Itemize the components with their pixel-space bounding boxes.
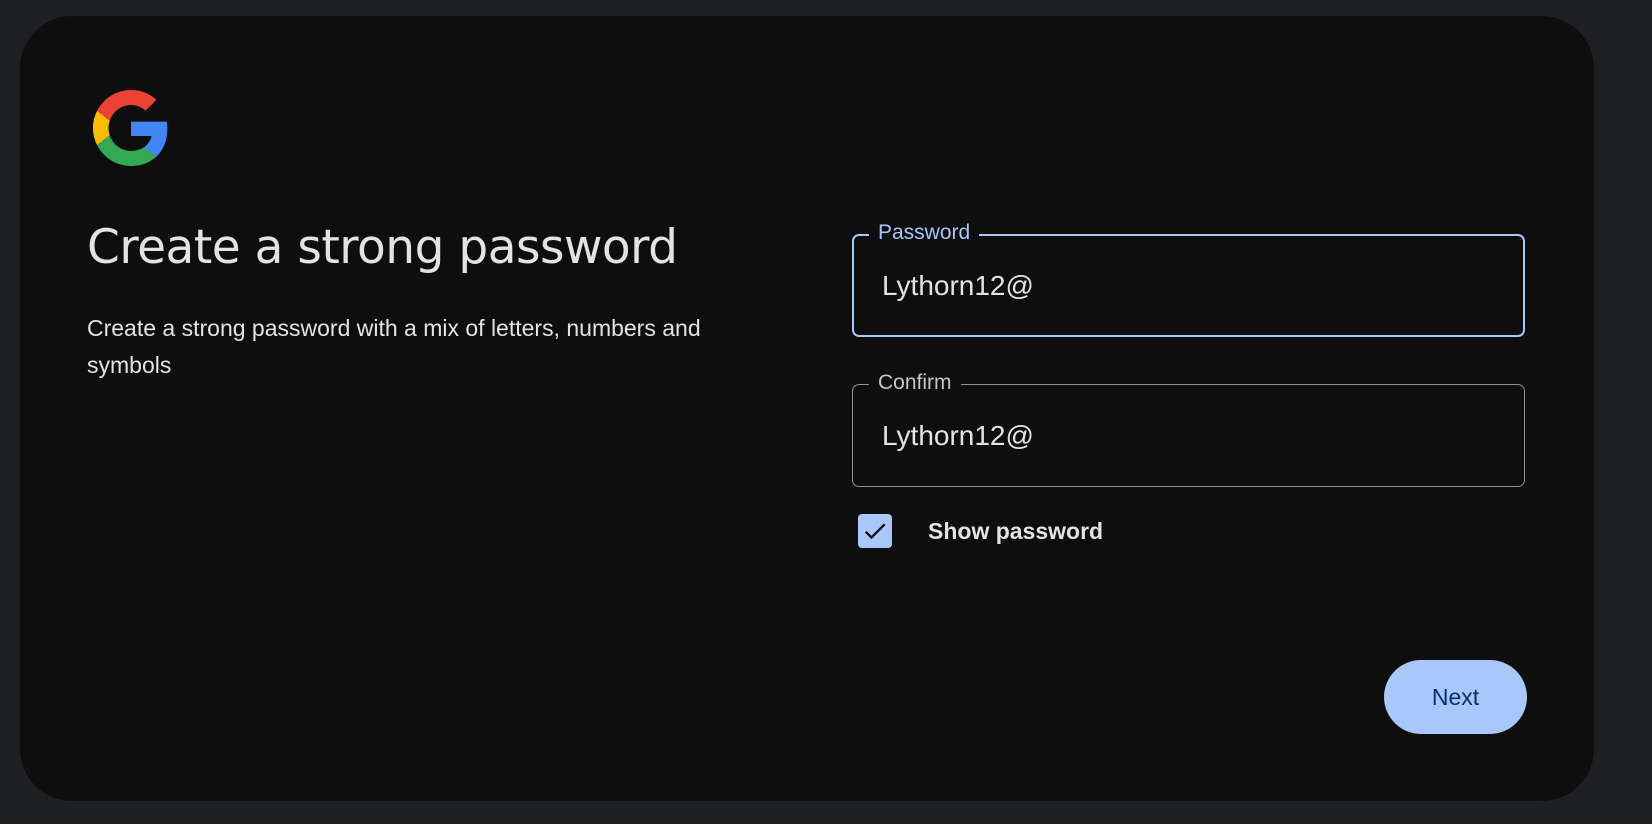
confirm-password-field[interactable]: Confirm Lythorn12@ [852, 370, 1525, 487]
show-password-label: Show password [928, 517, 1104, 544]
google-logo-icon [93, 90, 169, 166]
password-input[interactable]: Lythorn12@ [882, 268, 1503, 304]
password-field[interactable]: Password Lythorn12@ [852, 220, 1525, 337]
confirm-password-input[interactable]: Lythorn12@ [882, 418, 1504, 454]
checkmark-icon [864, 523, 886, 540]
show-password-checkbox[interactable] [858, 514, 892, 548]
show-password-toggle[interactable]: Show password [858, 506, 1103, 556]
password-field-label: Password [869, 220, 980, 246]
page-title: Create a strong password [87, 220, 678, 275]
sign-up-card: Create a strong password Create a strong… [20, 16, 1594, 801]
confirm-field-label: Confirm [869, 370, 961, 396]
page-description: Create a strong password with a mix of l… [87, 315, 701, 378]
next-button[interactable]: Next [1384, 660, 1527, 734]
